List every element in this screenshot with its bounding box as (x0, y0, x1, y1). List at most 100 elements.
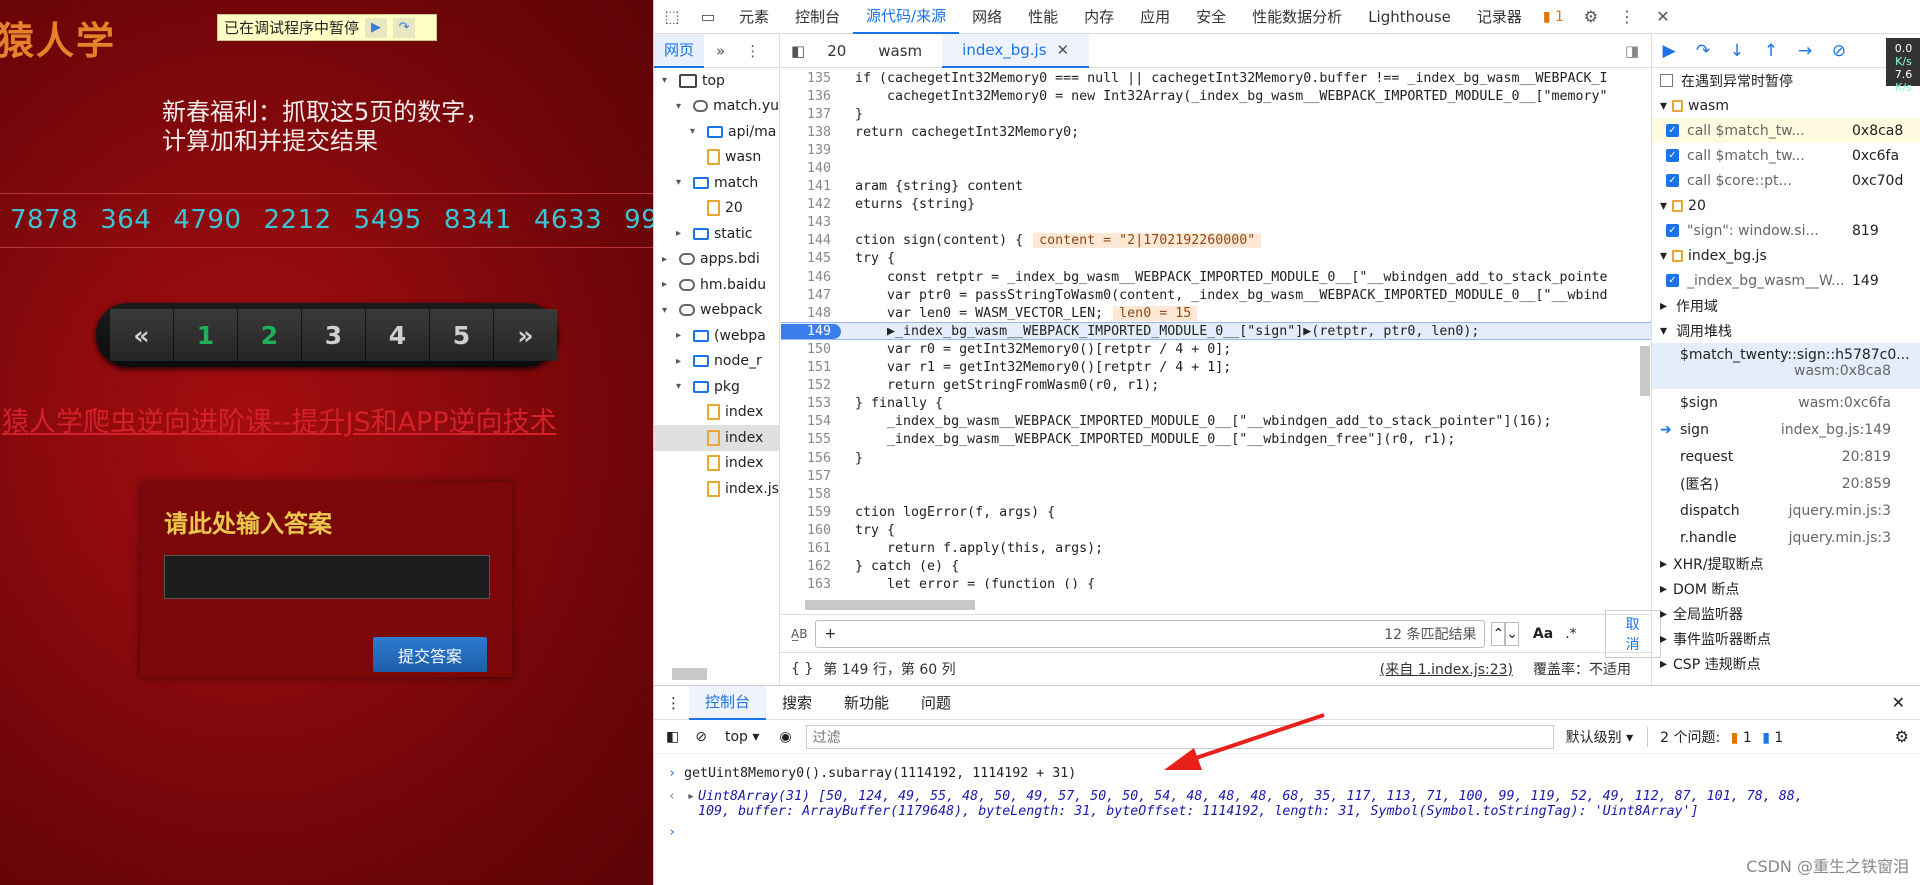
issues-badge[interactable]: ▮ 1 (1543, 9, 1564, 25)
tree-item[interactable]: ▾ top (654, 68, 779, 94)
line-number[interactable]: 160 (781, 523, 841, 538)
tab-10[interactable]: 记录器 (1464, 0, 1535, 34)
line-number[interactable]: 148 (781, 306, 841, 321)
line-number[interactable]: 141 (781, 179, 841, 194)
close-icon[interactable]: ✕ (1652, 7, 1674, 26)
scope-section[interactable]: ▸ 作用域 (1652, 293, 1920, 318)
expand-icon[interactable]: ▸ (662, 279, 674, 290)
page-button-4[interactable]: 4 (366, 309, 429, 361)
tree-item[interactable]: 20 (654, 196, 779, 222)
tree-item[interactable]: ▾ webpack (654, 298, 779, 324)
scroll-thumb[interactable] (805, 600, 975, 610)
tree-item[interactable]: ▸ apps.bdi (654, 247, 779, 273)
tab-9[interactable]: Lighthouse (1355, 0, 1464, 34)
call-frame[interactable]: (匿名) 20:859 (1652, 470, 1920, 497)
tab-index-bg[interactable]: index_bg.js ✕ (942, 33, 1090, 68)
breakpoint-item[interactable]: ✓ _index_bg_wasm__W... 149 (1652, 268, 1920, 293)
tab-page[interactable]: 网页 (654, 34, 705, 68)
tree-item[interactable]: ▾ pkg (654, 374, 779, 400)
line-number[interactable]: 156 (781, 451, 841, 466)
gear-icon[interactable]: ⚙ (1895, 727, 1909, 746)
tab-8[interactable]: 性能数据分析 (1239, 0, 1355, 34)
course-link[interactable]: 猿人学爬虫逆向进阶课--提升JS和APP逆向技术 (2, 400, 557, 439)
tree-item[interactable]: ▾ match (654, 170, 779, 196)
breakpoint-section[interactable]: ▸ 全局监听器 (1652, 601, 1920, 626)
chevron-right-icon[interactable]: ▸ (1660, 606, 1667, 622)
page-button-0[interactable]: « (110, 309, 173, 361)
chevron-down-icon[interactable]: ▾ (1660, 198, 1667, 214)
checkbox[interactable] (1660, 74, 1673, 87)
more-tabs-icon[interactable]: » (716, 42, 725, 60)
tab-1[interactable]: 控制台 (782, 0, 853, 34)
console-output[interactable]: ‹ ▸ Uint8Array(31) [50, 124, 49, 55, 48, 5… (654, 789, 1920, 804)
context-select[interactable]: top ▾ (725, 729, 759, 745)
toggle-navigator-icon[interactable]: ◧ (781, 42, 815, 60)
more-icon[interactable]: ⋮ (1616, 7, 1638, 26)
tab-20[interactable]: 20 (815, 34, 858, 68)
line-number[interactable]: 161 (781, 541, 841, 556)
breakpoint-item[interactable]: ✓ call $match_tw... 0xc6fa (1652, 143, 1920, 168)
call-frame[interactable]: dispatch jquery.min.js:3 (1652, 497, 1920, 524)
gear-icon[interactable]: ⚙ (1580, 7, 1602, 26)
tab-6[interactable]: 应用 (1127, 0, 1183, 34)
checkbox[interactable]: ✓ (1666, 224, 1679, 237)
breakpoint-item[interactable]: ✓ call $match_tw... 0x8ca8 (1652, 118, 1920, 143)
breakpoint-section[interactable]: ▸ DOM 断点 (1652, 576, 1920, 601)
line-number[interactable]: 146 (781, 270, 841, 285)
more-icon[interactable]: ⋮ (745, 42, 760, 60)
line-number[interactable]: 145 (781, 251, 841, 266)
expand-icon[interactable]: ▸ (676, 228, 688, 239)
eye-icon[interactable]: ◉ (779, 729, 791, 745)
line-number[interactable]: 142 (781, 197, 841, 212)
close-icon[interactable]: ✕ (1057, 41, 1070, 59)
call-frame[interactable]: request 20:819 (1652, 443, 1920, 470)
tab-issues[interactable]: 问题 (905, 686, 967, 720)
line-number[interactable]: 135 (781, 71, 841, 86)
checkbox[interactable]: ✓ (1666, 149, 1679, 162)
tree-item[interactable]: ▸ hm.baidu (654, 272, 779, 298)
tree-item[interactable]: index (654, 425, 779, 451)
more-icon[interactable]: ⋮ (666, 694, 681, 712)
expand-icon[interactable]: ▾ (690, 126, 702, 137)
source-link[interactable]: (来自 1.index.js:23) (1380, 659, 1513, 679)
tab-console[interactable]: 控制台 (689, 685, 767, 720)
breakpoint-section[interactable]: ▸ 事件监听器断点 (1652, 626, 1920, 651)
line-number[interactable]: 155 (781, 432, 841, 447)
tab-wasm[interactable]: wasm (858, 34, 942, 68)
line-number[interactable]: 158 (781, 487, 841, 502)
next-match-icon[interactable]: ⌄ (1505, 621, 1519, 646)
breakpoint-section[interactable]: ▸ CSP 违规断点 (1652, 651, 1920, 676)
callstack-section[interactable]: ▾ 调用堆栈 (1652, 318, 1920, 343)
expand-icon[interactable]: ▾ (662, 75, 674, 86)
breakpoint-group[interactable]: ▾ wasm (1652, 93, 1920, 118)
chevron-down-icon[interactable]: ▾ (1660, 248, 1667, 264)
chevron-right-icon[interactable]: ▸ (1660, 581, 1667, 597)
breakpoint-line-number[interactable]: 149 (781, 323, 841, 339)
regex-icon[interactable]: .* (1565, 626, 1576, 642)
expand-icon[interactable]: ▸ (676, 330, 688, 341)
line-number[interactable]: 153 (781, 396, 841, 411)
step-icon[interactable]: → (1788, 41, 1822, 61)
page-button-1[interactable]: 1 (174, 309, 237, 361)
line-number[interactable]: 144 (781, 233, 841, 248)
tree-item[interactable]: ▸ static (654, 221, 779, 247)
scrollbar[interactable] (672, 668, 707, 680)
tree-item[interactable]: index.js (654, 476, 779, 502)
breakpoint-group[interactable]: ▾ index_bg.js (1652, 243, 1920, 268)
line-number[interactable]: 157 (781, 469, 841, 484)
tree-item[interactable]: ▸ node_r (654, 349, 779, 375)
deactivate-breakpoints-icon[interactable]: ⊘ (1822, 41, 1856, 61)
tab-0[interactable]: 元素 (726, 0, 782, 34)
call-frame[interactable]: $match_twenty::sign::h5787c0... wasm:0x8c… (1652, 343, 1920, 389)
step-over-icon[interactable]: ↷ (393, 17, 416, 38)
checkbox[interactable]: ✓ (1666, 124, 1679, 137)
line-number[interactable]: 137 (781, 107, 841, 122)
line-number[interactable]: 163 (781, 577, 841, 589)
line-number[interactable]: 150 (781, 342, 841, 357)
pause-on-exceptions[interactable]: 在遇到异常时暂停 (1652, 68, 1920, 93)
breakpoint-item[interactable]: ✓ call $core::pt... 0xc70d (1652, 168, 1920, 193)
expand-icon[interactable]: ▾ (676, 381, 688, 392)
page-button-2[interactable]: 2 (238, 309, 301, 361)
line-number[interactable]: 138 (781, 125, 841, 140)
prev-match-icon[interactable]: ⌃ (1491, 621, 1506, 646)
